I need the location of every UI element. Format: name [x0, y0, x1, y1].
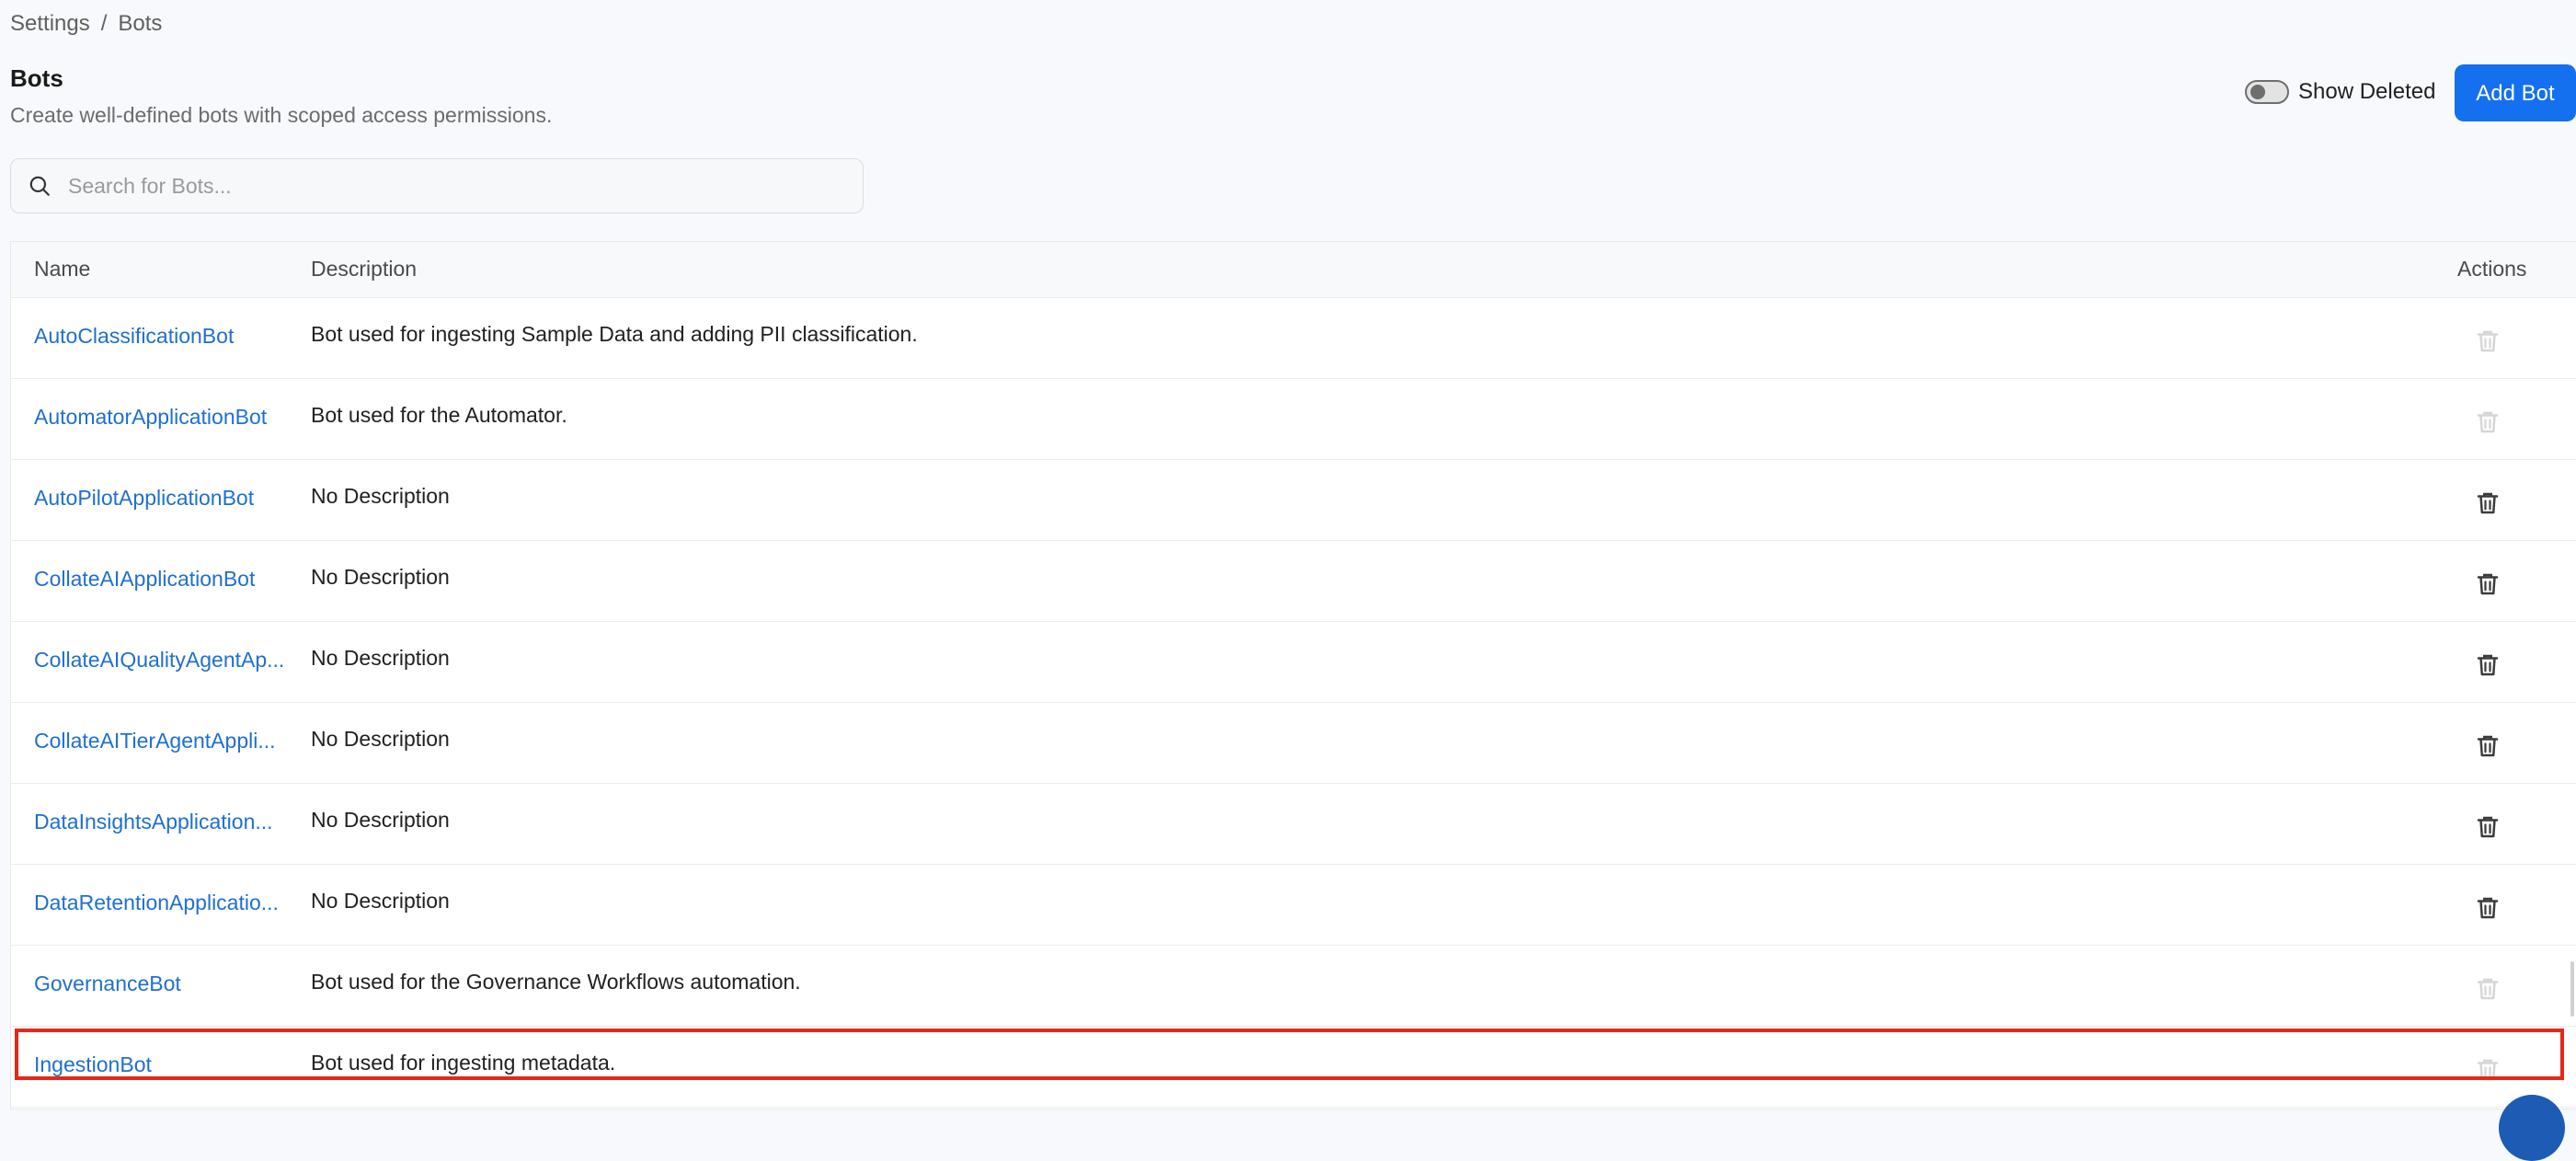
column-header-description: Description [311, 257, 418, 281]
trash-icon [2474, 975, 2502, 1003]
bot-description: Bot used for ingesting metadata. [311, 1051, 616, 1075]
show-deleted-toggle[interactable] [2245, 80, 2289, 104]
table-row: AutoClassificationBot Bot used for ingest… [11, 298, 2576, 379]
search-box [10, 158, 864, 213]
trash-icon [2474, 408, 2502, 436]
bot-description: No Description [311, 484, 450, 508]
bot-name-link[interactable]: CollateAIQualityAgentAp... [34, 648, 284, 672]
toggle-knob [2250, 85, 2265, 99]
bot-name-link[interactable]: GovernanceBot [34, 971, 181, 996]
table-row: DataRetentionApplicatio... No Description [11, 865, 2576, 946]
table-row: IngestionBot Bot used for ingesting metad… [11, 1027, 2576, 1108]
breadcrumb-settings-link[interactable]: Settings [10, 11, 90, 36]
bot-name-link[interactable]: CollateAITierAgentAppli... [34, 729, 276, 753]
table-row: DataInsightsApplication... No Description [11, 784, 2576, 865]
breadcrumb-current: Bots [118, 11, 163, 36]
bot-name-link[interactable]: CollateAIApplicationBot [34, 567, 255, 592]
breadcrumb-separator: / [100, 11, 108, 36]
table-row: AutoPilotApplicationBot No Description [11, 460, 2576, 541]
column-header-name[interactable]: Name [34, 257, 90, 282]
help-button[interactable] [2499, 1095, 2565, 1161]
table-body: AutoClassificationBot Bot used for ingest… [11, 298, 2576, 1108]
bot-name-link[interactable]: AutomatorApplicationBot [34, 405, 267, 430]
table-row: GovernanceBot Bot used for the Governance… [11, 946, 2576, 1027]
bot-description: No Description [311, 646, 450, 670]
trash-icon [2474, 1056, 2502, 1084]
bot-description: No Description [311, 808, 450, 832]
bot-description: No Description [311, 727, 450, 751]
page-title: Bots [10, 64, 63, 92]
bot-description: No Description [311, 889, 450, 913]
page-subtitle: Create well-defined bots with scoped acc… [10, 103, 553, 127]
table-row: CollateAITierAgentAppli... No Description [11, 703, 2576, 784]
trash-icon[interactable] [2474, 894, 2502, 922]
trash-icon[interactable] [2474, 813, 2502, 841]
breadcrumb: Settings / Bots [10, 11, 162, 37]
trash-icon[interactable] [2474, 732, 2502, 760]
add-bot-button[interactable]: Add Bot [2455, 64, 2576, 121]
trash-icon [2474, 328, 2502, 355]
table-header: Name Description Actions [11, 242, 2576, 298]
column-header-actions: Actions [2457, 257, 2527, 281]
bot-name-link[interactable]: AutoPilotApplicationBot [34, 486, 254, 511]
trash-icon[interactable] [2474, 570, 2502, 598]
bot-name-link[interactable]: DataRetentionApplicatio... [34, 891, 279, 915]
trash-icon[interactable] [2474, 651, 2502, 679]
bots-table: Name Description Actions AutoClassificat… [10, 241, 2576, 1109]
table-row: CollateAIQualityAgentAp... No Description [11, 622, 2576, 703]
table-row: CollateAIApplicationBot No Description [11, 541, 2576, 622]
trash-icon[interactable] [2474, 489, 2502, 517]
search-icon [29, 176, 50, 196]
search-input[interactable] [66, 172, 863, 200]
bot-description: Bot used for the Automator. [311, 403, 567, 427]
bot-description: Bot used for ingesting Sample Data and a… [311, 322, 918, 346]
bot-name-link[interactable]: IngestionBot [34, 1052, 152, 1077]
table-row: AutomatorApplicationBot Bot used for the … [11, 379, 2576, 460]
bot-name-link[interactable]: DataInsightsApplication... [34, 810, 273, 834]
bot-description: No Description [311, 565, 450, 589]
show-deleted-label: Show Deleted [2298, 79, 2436, 104]
scrollbar[interactable] [2570, 961, 2574, 1017]
bot-description: Bot used for the Governance Workflows au… [311, 970, 801, 994]
show-deleted-control: Show Deleted [2245, 79, 2435, 105]
bot-name-link[interactable]: AutoClassificationBot [34, 324, 234, 349]
